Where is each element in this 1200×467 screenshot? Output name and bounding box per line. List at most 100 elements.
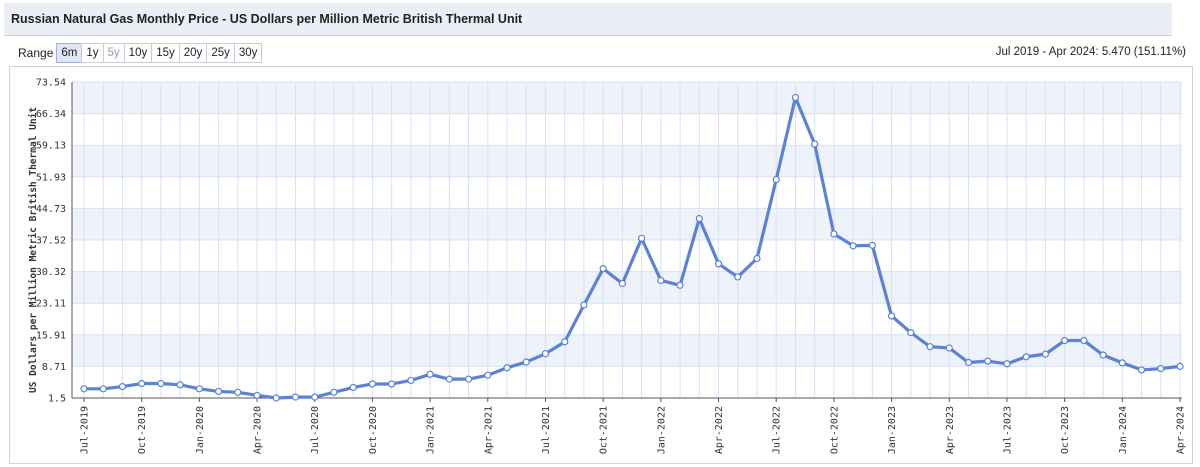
- data-point: [349, 383, 357, 392]
- data-point: [195, 385, 203, 393]
- data-point: [1157, 365, 1165, 373]
- data-point: [599, 264, 607, 273]
- x-tick-label: Oct-2019: [137, 406, 148, 454]
- chart-frame: 1.5 8.71 15.91 23.11 30.32 37.52 44.73 51.93 59.…: [9, 66, 1193, 464]
- x-tick-label: Jul-2021: [541, 406, 552, 454]
- x-tick-label: Jul-2022: [772, 406, 783, 454]
- data-point: [99, 385, 107, 393]
- data-point: [907, 329, 915, 337]
- data-point: [791, 93, 800, 102]
- line-chart: 1.5 8.71 15.91 23.11 30.32 37.52 44.73 51.93 59.…: [28, 78, 1187, 455]
- data-point: [1041, 350, 1050, 358]
- data-point: [964, 358, 973, 367]
- data-point: [811, 140, 819, 148]
- range-button-30y[interactable]: 30y: [233, 43, 263, 63]
- y-tick-label: 73.54: [36, 78, 66, 89]
- x-tick-label: Jan-2020: [195, 406, 206, 454]
- range-selector: Range 6m 1y 5y 10y 15y 20y 25y 30y: [18, 43, 263, 63]
- x-tick-label: Jan-2022: [656, 406, 667, 454]
- y-tick-label: 66.34: [36, 109, 66, 120]
- data-point: [330, 388, 338, 396]
- y-tick-label: 30.32: [36, 267, 66, 278]
- data-point: [138, 379, 146, 388]
- y-tick-label: 59.13: [36, 141, 66, 152]
- data-point: [695, 214, 703, 223]
- data-point: [253, 391, 261, 399]
- data-point: [157, 379, 165, 388]
- x-tick-label: Apr-2021: [483, 406, 494, 454]
- data-point: [522, 358, 530, 366]
- data-point: [984, 357, 992, 365]
- plot-band: [72, 82, 1182, 114]
- data-point: [1118, 359, 1126, 367]
- y-axis-ticks: 1.5 8.71 15.91 23.11 30.32 37.52 44.73 51.93 59.…: [36, 78, 66, 405]
- data-point: [464, 375, 473, 383]
- data-point: [1061, 336, 1069, 345]
- plot-bands: [72, 82, 1182, 367]
- y-tick-label: 44.73: [36, 204, 66, 215]
- y-tick-label: 23.11: [36, 299, 66, 310]
- title-bar: Russian Natural Gas Monthly Price - US D…: [4, 3, 1172, 36]
- data-point: [830, 230, 838, 238]
- x-tick-label: Jan-2021: [426, 406, 437, 454]
- data-point: [1099, 351, 1107, 359]
- data-point: [618, 279, 626, 288]
- range-button-6m[interactable]: 6m: [56, 43, 83, 63]
- x-tick-label: Jul-2023: [1002, 406, 1013, 454]
- chart-title: Russian Natural Gas Monthly Price - US D…: [11, 12, 523, 26]
- data-point: [118, 382, 127, 391]
- y-tick-label: 51.93: [36, 172, 66, 183]
- data-point: [1080, 336, 1088, 345]
- x-tick-label: Apr-2020: [253, 406, 264, 454]
- x-tick-label: Jul-2020: [310, 406, 321, 454]
- data-point: [657, 276, 665, 285]
- x-tick-label: Oct-2023: [1060, 406, 1071, 454]
- data-point: [503, 364, 511, 372]
- range-summary: Jul 2019 - Apr 2024: 5.470 (151.11%): [995, 46, 1186, 58]
- data-point: [887, 312, 896, 320]
- data-point: [772, 175, 780, 184]
- y-tick-label: 37.52: [36, 236, 66, 247]
- plot-band: [72, 145, 1182, 177]
- data-point: [561, 338, 569, 346]
- data-point: [1137, 366, 1146, 374]
- data-point: [849, 242, 857, 250]
- range-button-1y[interactable]: 1y: [81, 43, 104, 63]
- data-point: [868, 241, 876, 249]
- data-point: [388, 380, 396, 388]
- data-point: [1003, 360, 1011, 368]
- y-tick-label: 8.71: [42, 362, 66, 373]
- range-button-10y[interactable]: 10y: [123, 43, 153, 63]
- data-point: [234, 388, 242, 396]
- range-button-5y: 5y: [102, 43, 125, 63]
- data-point: [541, 350, 550, 358]
- data-point: [368, 380, 377, 388]
- x-tick-label: Oct-2022: [829, 406, 840, 454]
- data-point: [714, 260, 723, 268]
- x-tick-label: Jan-2023: [887, 406, 898, 454]
- data-point: [638, 234, 646, 242]
- x-tick-label: Apr-2024: [1176, 406, 1187, 454]
- x-tick-label: Apr-2023: [945, 406, 956, 454]
- data-point: [407, 376, 415, 385]
- data-point: [1022, 353, 1030, 361]
- data-point: [945, 344, 953, 352]
- data-point: [753, 254, 761, 263]
- y-tick-label: 1.5: [48, 394, 66, 405]
- range-button-20y[interactable]: 20y: [178, 43, 208, 63]
- range-button-15y[interactable]: 15y: [151, 43, 180, 63]
- data-point: [484, 371, 492, 379]
- data-point: [311, 393, 319, 401]
- data-point: [214, 387, 223, 396]
- y-tick-label: 15.91: [36, 330, 66, 341]
- data-point: [80, 385, 88, 393]
- x-tick-label: Apr-2022: [714, 406, 725, 454]
- data-point: [1176, 362, 1184, 370]
- data-point: [291, 393, 300, 401]
- plot-band: [72, 208, 1182, 240]
- data-point: [676, 281, 684, 289]
- data-point: [580, 301, 588, 309]
- x-tick-label: Jul-2019: [80, 406, 91, 454]
- data-point: [445, 375, 453, 383]
- range-button-25y[interactable]: 25y: [206, 43, 235, 63]
